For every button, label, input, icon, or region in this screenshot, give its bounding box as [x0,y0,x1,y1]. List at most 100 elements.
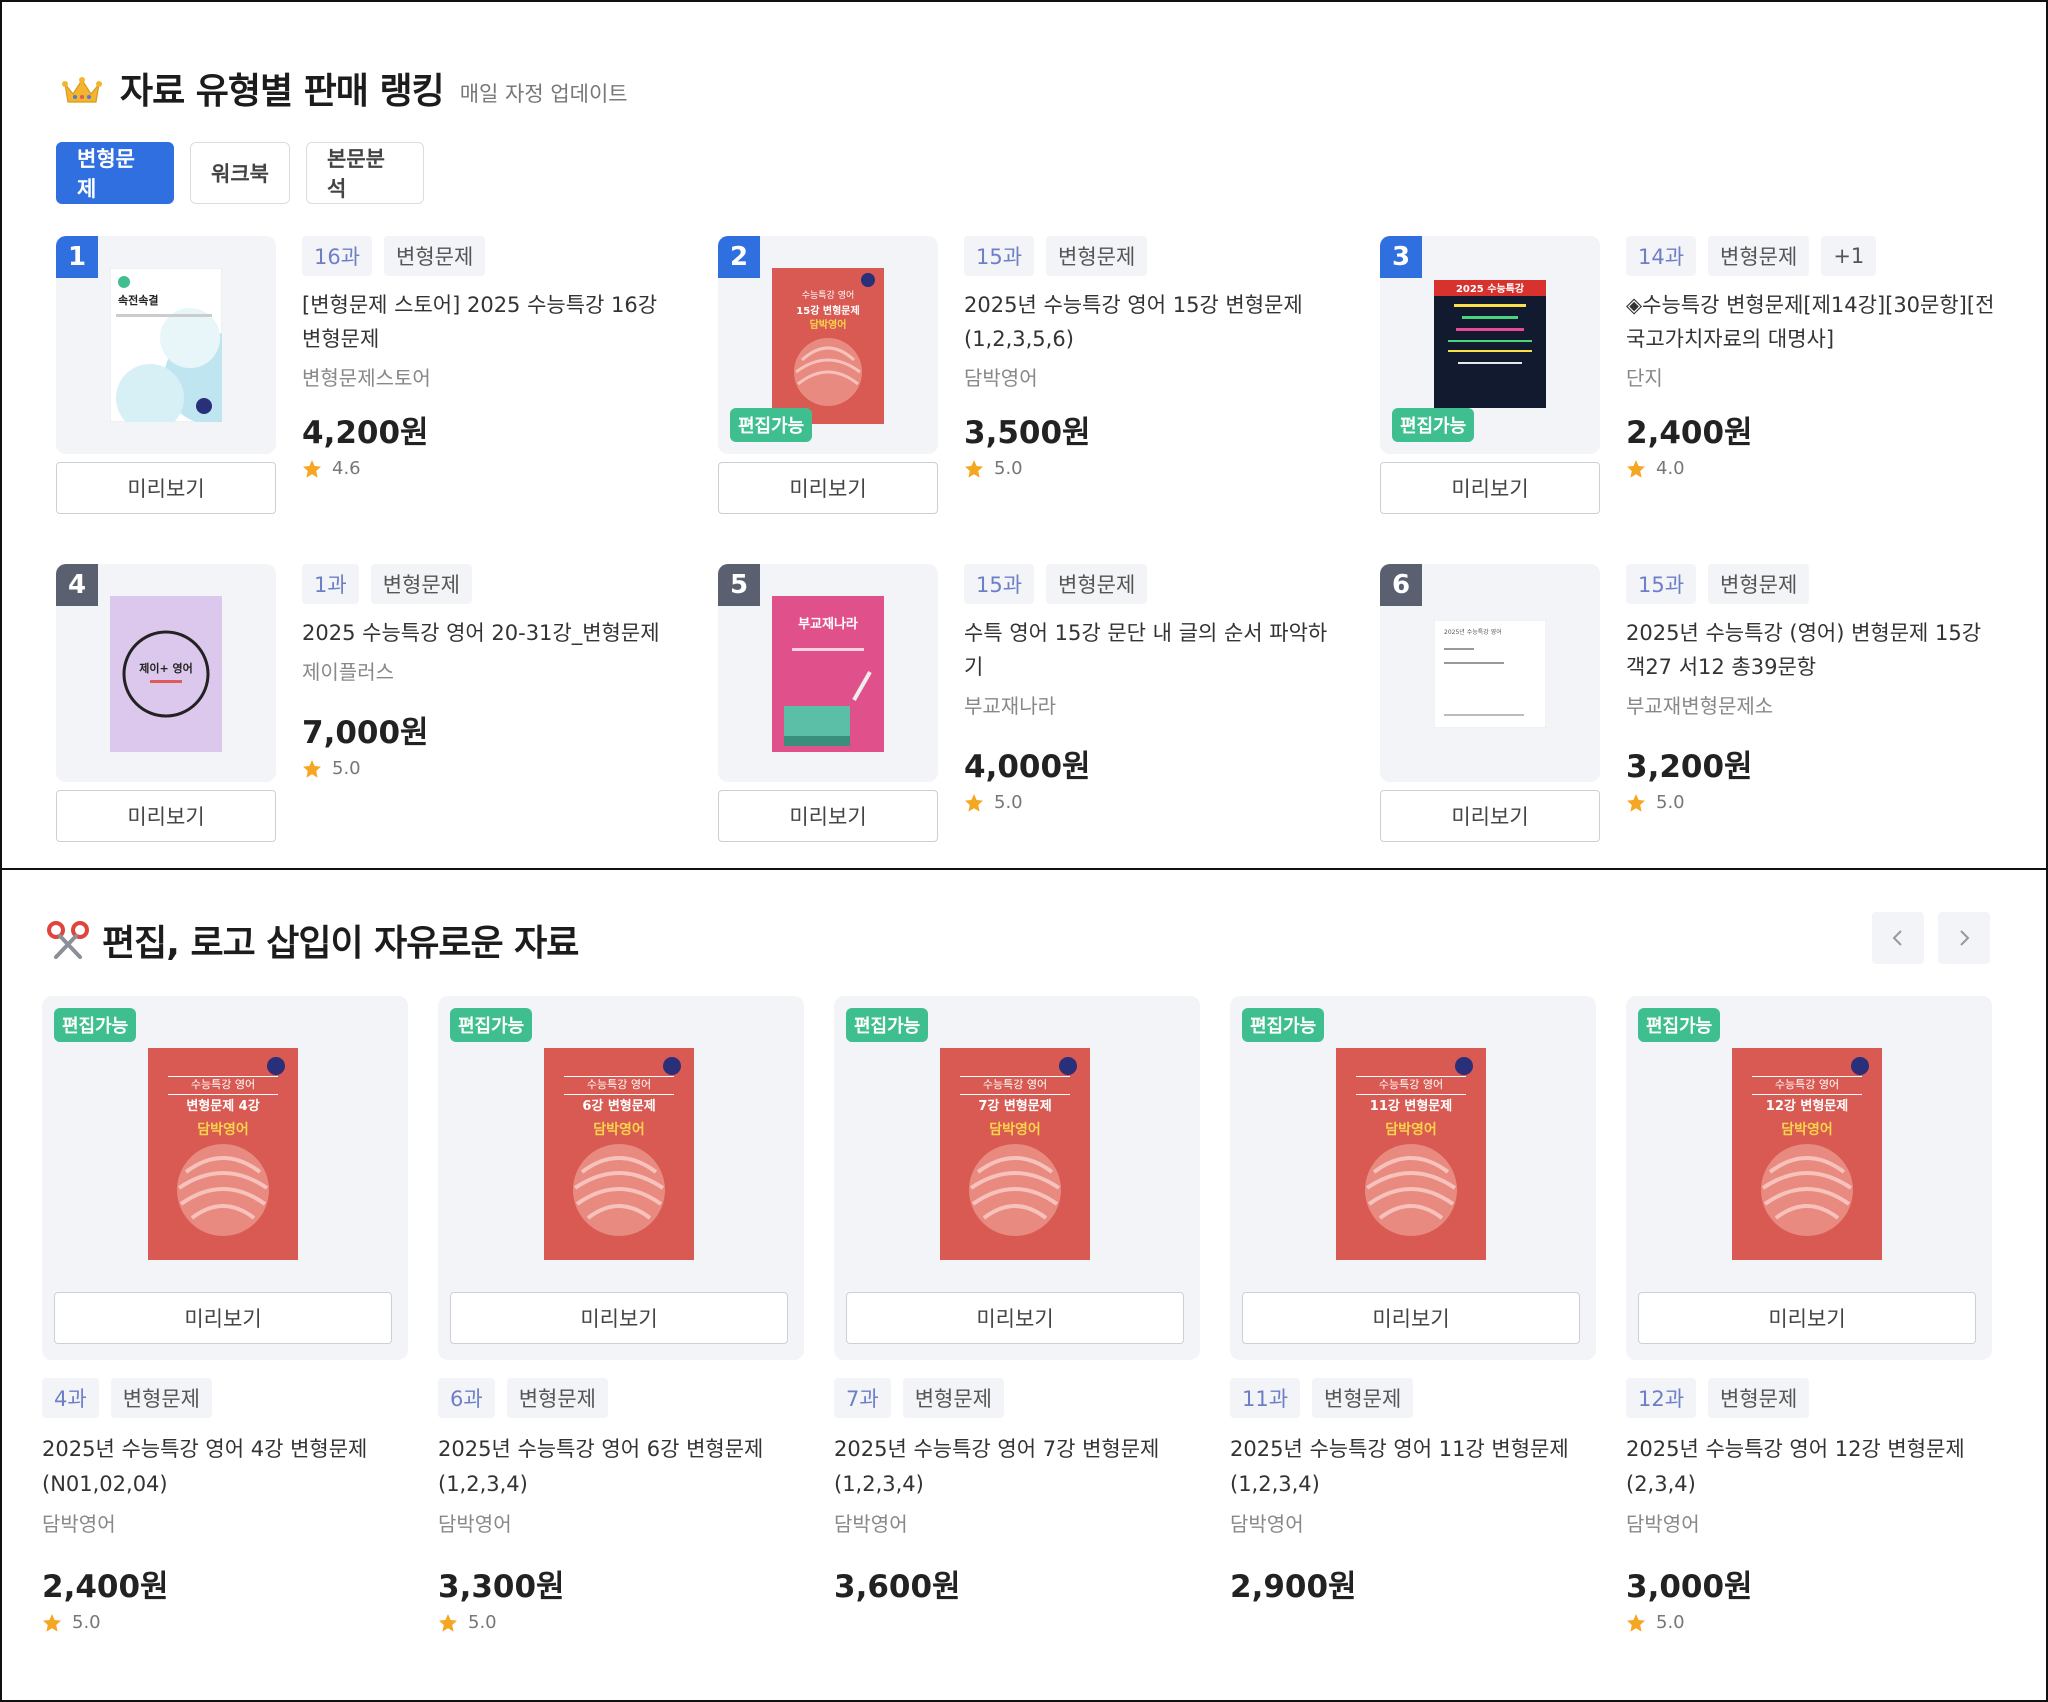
product-title[interactable]: [변형문제 스토어] 2025 수능특강 16강 변형문제 [302,288,682,356]
svg-text:담박영어: 담박영어 [593,1121,645,1138]
svg-text:수능특강 영어: 수능특강 영어 [983,1078,1047,1091]
product-thumbnail[interactable]: 편집가능 수능특강 영어 12강 변형문제 담박영어 미리보기 [1626,996,1992,1360]
product-price: 2,400원 [42,1569,169,1605]
preview-button[interactable]: 미리보기 [54,1292,392,1344]
product-title[interactable]: 2025년 수능특강 영어 15강 변형문제 (1,2,3,5,6) [964,288,1344,356]
seller-name[interactable]: 담박영어 [438,1508,804,1537]
product-title[interactable]: 2025년 수능특강 영어 4강 변형문제 (N01,02,04) [42,1432,408,1502]
seller-name[interactable]: 변형문제스토어 [302,362,682,391]
tab-text-analysis[interactable]: 본문분석 [306,142,424,204]
ranking-card[interactable]: 1 속전속결 미리보기 16과 변형문제 [변형문제 스토어] 2025 수능특… [56,236,676,516]
product-card[interactable]: 편집가능 수능특강 영어 변형문제 4강 담박영어 미리보기 4과 변형문제 2… [42,996,408,1676]
star-icon [1627,459,1645,478]
preview-button[interactable]: 미리보기 [56,462,276,514]
lesson-chip: 11과 [1230,1378,1301,1418]
ranking-grid: 1 속전속결 미리보기 16과 변형문제 [변형문제 스토어] 2025 수능특… [56,236,2016,846]
scissors-icon [47,921,89,959]
book-cover-image: 부교재나라 [772,596,884,752]
rank-badge: 4 [56,564,98,606]
svg-text:속전속결: 속전속결 [118,293,158,307]
product-info: 12과 변형문제 2025년 수능특강 영어 12강 변형문제 (2,3,4) … [1626,1378,1992,1633]
seller-name[interactable]: 담박영어 [834,1508,1200,1537]
product-thumbnail[interactable]: 편집가능 수능특강 영어 6강 변형문제 담박영어 미리보기 [438,996,804,1360]
chevron-right-icon [1960,930,1970,946]
seller-name[interactable]: 담박영어 [1230,1508,1596,1537]
preview-button[interactable]: 미리보기 [56,790,276,842]
product-thumbnail[interactable]: 4 제이+ 영어 [56,564,276,782]
svg-text:담박영어: 담박영어 [197,1121,249,1138]
product-info: 15과 변형문제 수특 영어 15강 문단 내 글의 순서 파악하기 부교재나라… [964,564,1344,813]
preview-button[interactable]: 미리보기 [1380,790,1600,842]
tab-variant-questions[interactable]: 변형문제 [56,142,174,204]
ranking-title: 자료 유형별 판매 랭킹 [120,71,445,112]
product-title[interactable]: 2025년 수능특강 영어 12강 변형문제 (2,3,4) [1626,1432,1992,1502]
product-card[interactable]: 편집가능 수능특강 영어 6강 변형문제 담박영어 미리보기 6과 변형문제 2… [438,996,804,1676]
book-cover-image: 수능특강 영어 12강 변형문제 담박영어 [1732,1048,1882,1260]
seller-name[interactable]: 부교재나라 [964,690,1344,719]
preview-button[interactable]: 미리보기 [450,1292,788,1344]
product-thumbnail[interactable]: 편집가능 수능특강 영어 변형문제 4강 담박영어 미리보기 [42,996,408,1360]
seller-name[interactable]: 단지 [1626,362,2006,391]
preview-button[interactable]: 미리보기 [1638,1292,1976,1344]
editable-header: 편집, 로고 삽입이 자유로운 자료 [46,910,579,970]
product-title[interactable]: 2025년 수능특강 영어 6강 변형문제 (1,2,3,4) [438,1432,804,1502]
product-info: 7과 변형문제 2025년 수능특강 영어 7강 변형문제 (1,2,3,4) … [834,1378,1200,1632]
seller-name[interactable]: 제이플러스 [302,656,682,685]
product-thumbnail[interactable]: 편집가능 수능특강 영어 7강 변형문제 담박영어 미리보기 [834,996,1200,1360]
ranking-card[interactable]: 3 2025 수능특강 편집가능 미리보기 14과 변형문제 +1 ◈수능특강 … [1380,236,2000,516]
product-thumbnail[interactable]: 1 속전속결 [56,236,276,454]
preview-button[interactable]: 미리보기 [846,1292,1184,1344]
rank-badge: 3 [1380,236,1422,278]
type-chip: 변형문제 [1046,564,1148,604]
product-title[interactable]: 2025년 수능특강 영어 7강 변형문제 (1,2,3,4) [834,1432,1200,1502]
product-rating: 5.0 [964,792,1344,813]
more-chip: +1 [1821,236,1877,276]
product-thumbnail[interactable]: 2 수능특강 영어 15강 변형문제 담박영어 편집가능 [718,236,938,454]
ranking-card[interactable]: 6 2025년 수능특강 영어 미리보기 15과 변형문제 2025년 수능특강… [1380,564,2000,844]
product-title[interactable]: 수특 영어 15강 문단 내 글의 순서 파악하기 [964,616,1344,684]
product-thumbnail[interactable]: 3 2025 수능특강 편집가능 [1380,236,1600,454]
star-icon [965,793,983,812]
svg-text:부교재나라: 부교재나라 [798,616,858,632]
product-thumbnail[interactable]: 6 2025년 수능특강 영어 [1380,564,1600,782]
product-thumbnail[interactable]: 5 부교재나라 [718,564,938,782]
star-icon [439,1613,457,1632]
type-chip: 변형문제 [110,1378,212,1418]
lesson-chip: 7과 [834,1378,891,1418]
product-title[interactable]: 2025 수능특강 영어 20-31강_변형문제 [302,616,682,650]
rank-badge: 2 [718,236,760,278]
editable-section: 편집, 로고 삽입이 자유로운 자료 편집가능 수능특강 영어 변형문제 4강 … [0,868,2048,1702]
book-cover-image: 2025년 수능특강 영어 [1434,620,1546,728]
ranking-card[interactable]: 2 수능특강 영어 15강 변형문제 담박영어 편집가능 미리보기 15과 변형… [718,236,1338,516]
preview-button[interactable]: 미리보기 [1380,462,1600,514]
product-card[interactable]: 편집가능 수능특강 영어 12강 변형문제 담박영어 미리보기 12과 변형문제… [1626,996,1992,1676]
editable-badge: 편집가능 [846,1008,929,1042]
ranking-card[interactable]: 4 제이+ 영어 미리보기 1과 변형문제 2025 수능특강 영어 20-31… [56,564,676,844]
svg-text:11강 변형문제: 11강 변형문제 [1370,1098,1452,1114]
svg-text:담박영어: 담박영어 [989,1121,1041,1138]
svg-text:담박영어: 담박영어 [810,318,847,331]
tab-workbook[interactable]: 워크북 [190,142,290,204]
svg-text:2025년 수능특강 영어: 2025년 수능특강 영어 [1444,628,1502,636]
preview-button[interactable]: 미리보기 [718,462,938,514]
product-rating: 5.0 [1626,792,2006,813]
product-info: 15과 변형문제 2025년 수능특강 영어 15강 변형문제 (1,2,3,5… [964,236,1344,479]
rating-value: 5.0 [1656,792,1685,813]
type-chip: 변형문제 [1708,564,1810,604]
product-thumbnail[interactable]: 편집가능 수능특강 영어 11강 변형문제 담박영어 미리보기 [1230,996,1596,1360]
seller-name[interactable]: 부교재변형문제소 [1626,690,2006,719]
seller-name[interactable]: 담박영어 [964,362,1344,391]
seller-name[interactable]: 담박영어 [42,1508,408,1537]
next-button[interactable] [1938,912,1990,964]
product-title[interactable]: ◈수능특강 변형문제[제14강][30문항][전국고가치자료의 대명사] [1626,288,2006,356]
preview-button[interactable]: 미리보기 [1242,1292,1580,1344]
preview-button[interactable]: 미리보기 [718,790,938,842]
ranking-card[interactable]: 5 부교재나라 미리보기 15과 변형문제 수특 영어 15강 문단 내 글의 … [718,564,1338,844]
product-title[interactable]: 2025년 수능특강 영어 11강 변형문제 (1,2,3,4) [1230,1432,1596,1502]
product-title[interactable]: 2025년 수능특강 (영어) 변형문제 15강 객27 서12 총39문항 [1626,616,2006,684]
seller-name[interactable]: 담박영어 [1626,1508,1992,1537]
product-card[interactable]: 편집가능 수능특강 영어 11강 변형문제 담박영어 미리보기 11과 변형문제… [1230,996,1596,1676]
prev-button[interactable] [1872,912,1924,964]
svg-text:제이+ 영어: 제이+ 영어 [139,661,193,675]
product-card[interactable]: 편집가능 수능특강 영어 7강 변형문제 담박영어 미리보기 7과 변형문제 2… [834,996,1200,1676]
